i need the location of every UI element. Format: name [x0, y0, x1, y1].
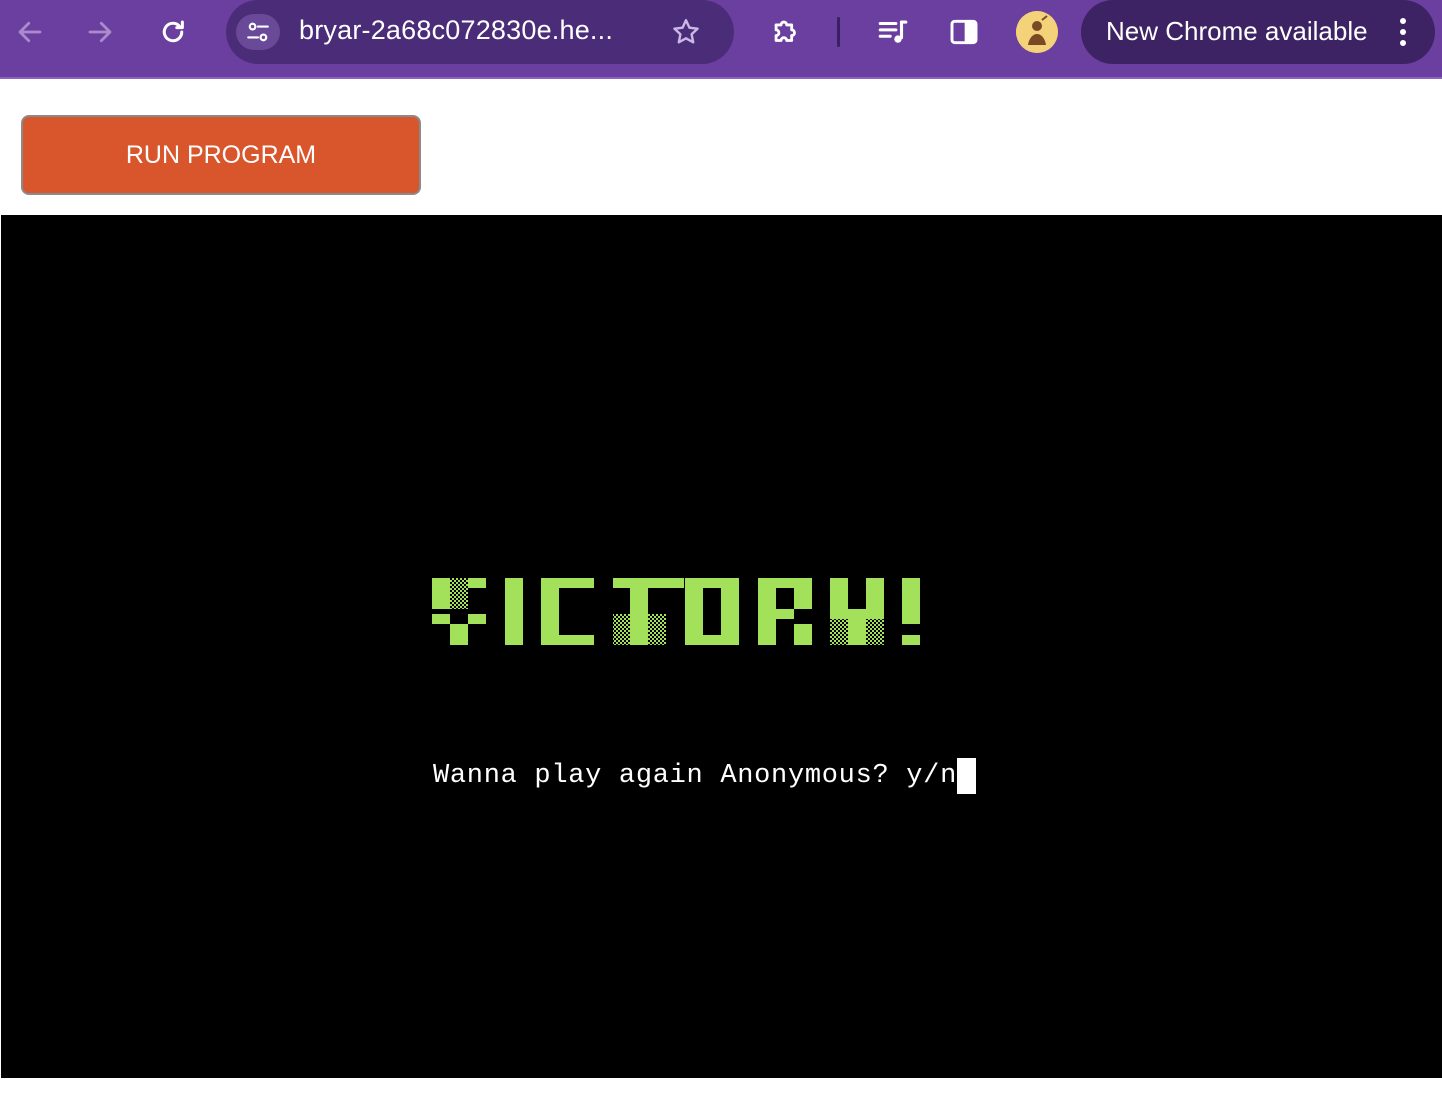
back-button[interactable] — [10, 12, 50, 52]
puzzle-icon — [774, 20, 796, 42]
kebab-icon — [1400, 18, 1406, 46]
profile-avatar-icon — [1016, 11, 1058, 53]
queue-music-icon — [878, 20, 908, 43]
prompt-text: Wanna play again Anonymous? y/n — [433, 761, 957, 791]
update-chrome-label: New Chrome available — [1106, 16, 1368, 46]
terminal-cursor[interactable] — [956, 758, 976, 794]
star-icon — [673, 19, 699, 44]
terminal-screen[interactable]: Wanna play again Anonymous? y/n — [1, 215, 1442, 1078]
tune-icon — [247, 22, 269, 42]
chrome-menu-button[interactable] — [1387, 12, 1419, 52]
media-controls-button[interactable] — [873, 12, 913, 52]
reload-button[interactable] — [153, 12, 193, 52]
forward-button[interactable] — [80, 12, 120, 52]
avatar[interactable] — [1016, 11, 1058, 53]
arrow-left-icon — [18, 21, 42, 43]
side-panel-icon — [950, 19, 978, 45]
victory-ascii-banner — [432, 578, 920, 645]
browser-toolbar: bryar-2a68c072830e.he... New Chrome avai… — [0, 0, 1442, 79]
update-chrome-button[interactable]: New Chrome available — [1081, 0, 1435, 64]
arrow-right-icon — [88, 21, 112, 43]
url-text[interactable]: bryar-2a68c072830e.he... — [299, 15, 613, 46]
terminal-prompt: Wanna play again Anonymous? y/n — [433, 758, 976, 794]
address-bar[interactable]: bryar-2a68c072830e.he... — [226, 0, 734, 64]
extensions-button[interactable] — [766, 12, 806, 52]
bookmark-button[interactable] — [666, 12, 706, 52]
run-program-button[interactable]: RUN PROGRAM — [21, 115, 421, 195]
toolbar-divider — [837, 17, 840, 47]
site-info-button[interactable] — [236, 14, 280, 50]
side-panel-button[interactable] — [944, 12, 984, 52]
reload-icon — [162, 20, 184, 43]
